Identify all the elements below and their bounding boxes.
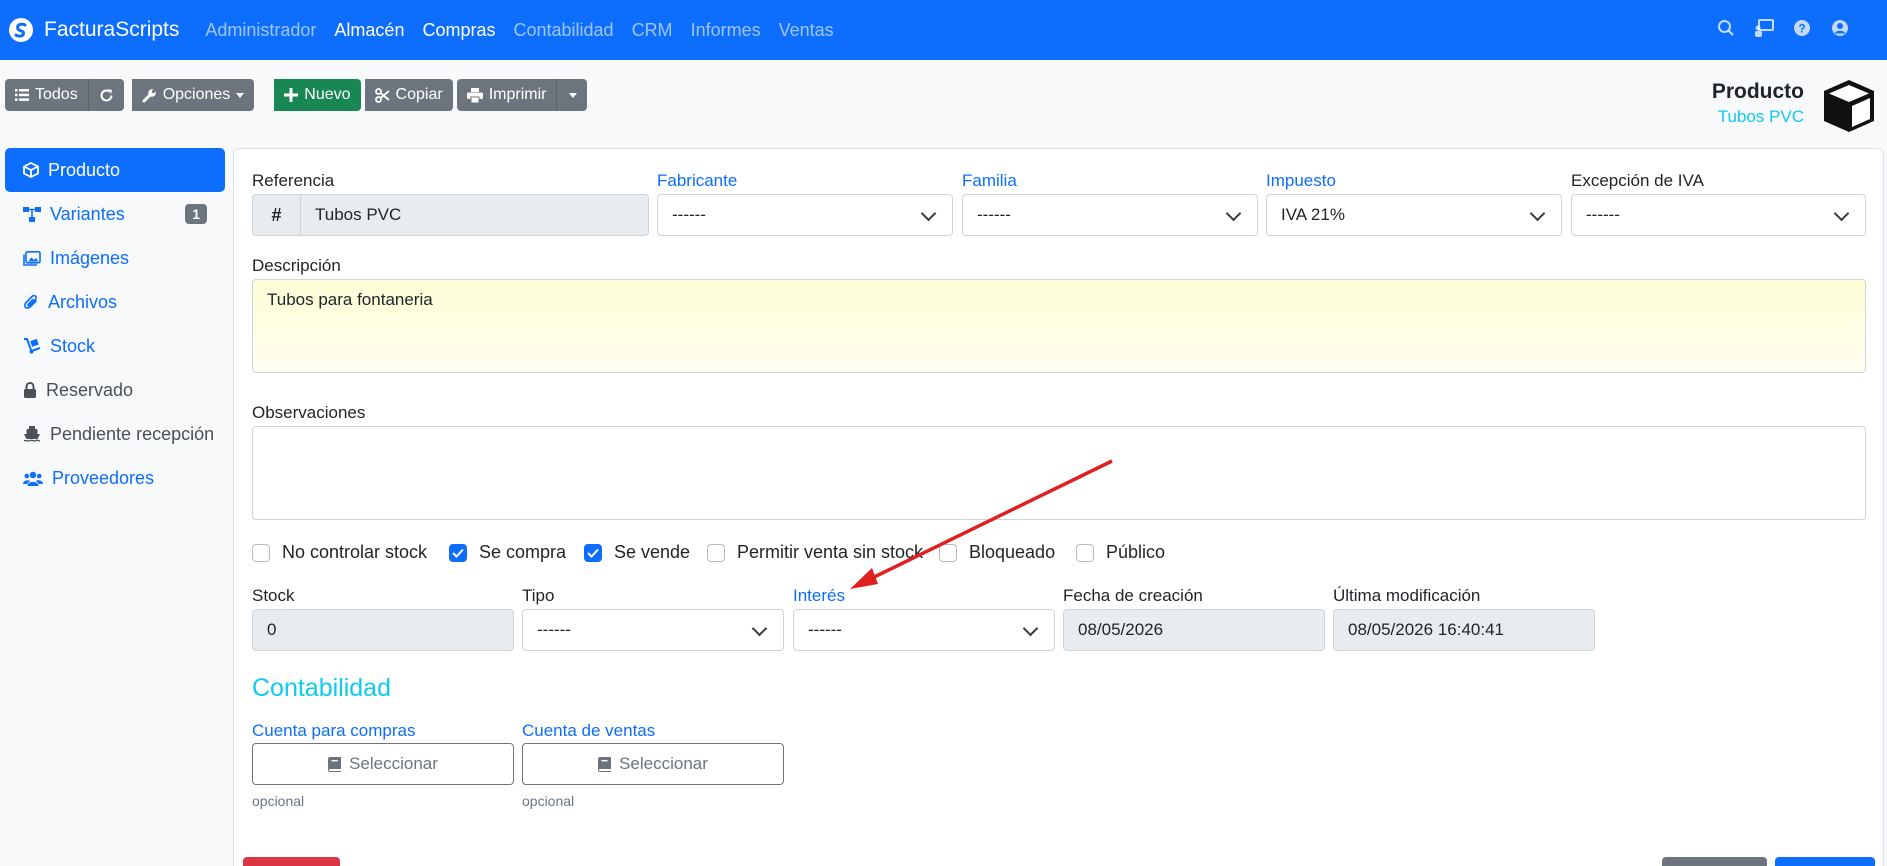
annotation-arrow bbox=[850, 459, 1113, 589]
